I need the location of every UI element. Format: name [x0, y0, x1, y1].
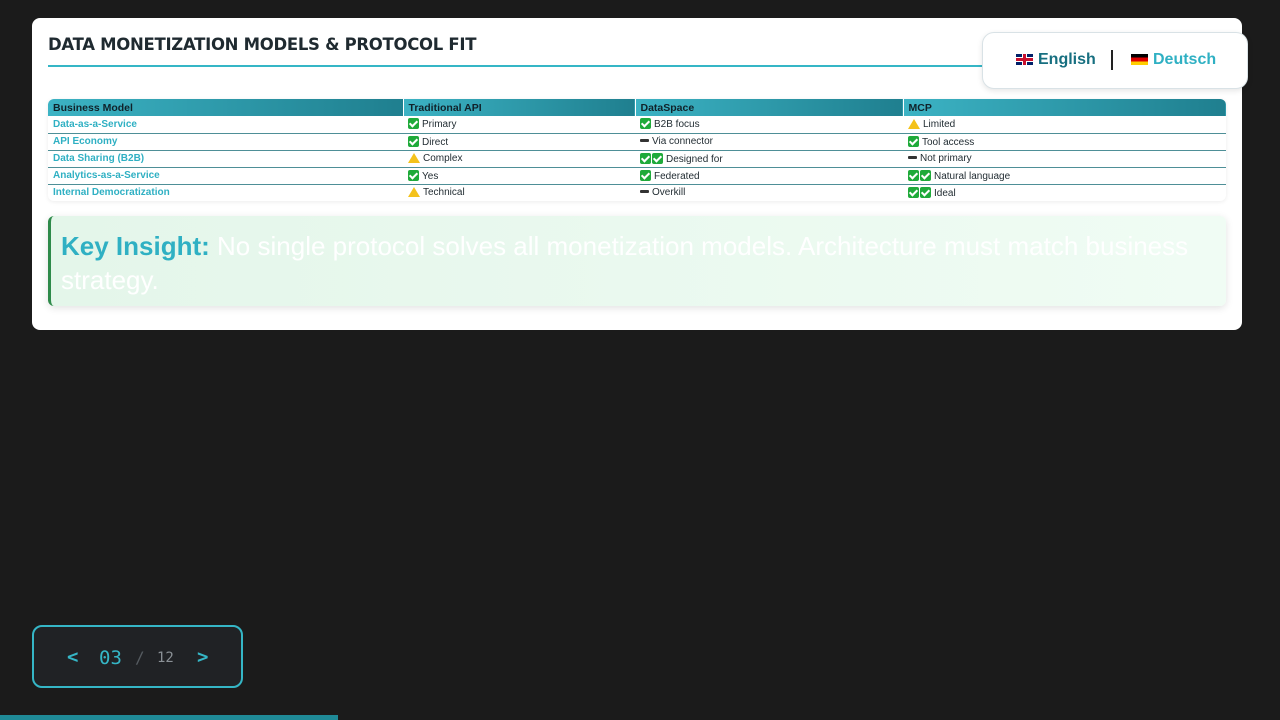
column-header-business-model: Business Model: [48, 99, 404, 116]
key-insight-text: No single protocol solves all monetizati…: [61, 231, 1189, 295]
warning-icon: [408, 153, 420, 163]
german-flag-icon: [1131, 54, 1148, 65]
pager-separator: /: [135, 648, 145, 667]
traditional-api-cell: Yes: [403, 167, 635, 185]
double-check-icon: [640, 152, 651, 164]
language-divider: [1111, 50, 1113, 70]
mcp-cell: Natural language: [903, 167, 1226, 185]
check-icon: [908, 135, 919, 147]
business-model-cell: Data Sharing (B2B): [48, 150, 403, 168]
check-icon: [408, 135, 419, 147]
traditional-api-cell: Complex: [403, 150, 635, 168]
business-model-cell: Data-as-a-Service: [48, 116, 403, 134]
column-header-traditional-api: Traditional API: [403, 99, 636, 116]
table-row: Internal Democratization Technical Overkil…: [48, 184, 1226, 201]
mcp-cell: Ideal: [903, 184, 1226, 201]
dataspace-value: Federated: [654, 170, 700, 182]
dataspace-cell: Designed for: [635, 150, 903, 168]
previous-slide-button[interactable]: <: [67, 646, 78, 668]
dataspace-cell: Via connector: [635, 133, 903, 151]
progress-bar-fill: [0, 715, 338, 720]
traditional-api-cell: Direct: [403, 133, 635, 151]
slide-pager: < 03 / 12 >: [32, 625, 243, 688]
dash-icon: [640, 190, 649, 194]
double-check-icon: [920, 169, 931, 181]
table-row: Data Sharing (B2B) Complex Designed for Not…: [48, 150, 1226, 168]
mcp-value: Not primary: [920, 153, 972, 164]
dataspace-cell: Federated: [635, 167, 903, 185]
double-check-icon: [908, 186, 919, 198]
language-option-deutsch[interactable]: Deutsch: [1131, 51, 1216, 69]
dataspace-cell: Overkill: [635, 184, 903, 201]
traditional-api-value: Technical: [423, 187, 465, 199]
dash-icon: [640, 139, 649, 142]
business-model-cell: API Economy: [48, 133, 403, 151]
protocol-fit-table: Business Model Traditional API DataSpace…: [48, 99, 1226, 201]
double-check-icon: [920, 186, 931, 198]
language-switcher: English Deutsch: [982, 32, 1248, 89]
check-icon: [408, 169, 419, 181]
key-insight-label: Key Insight:: [61, 231, 210, 261]
dataspace-value: B2B focus: [654, 119, 700, 131]
check-icon: [640, 118, 651, 130]
check-icon: [408, 118, 419, 130]
warning-icon: [908, 118, 920, 129]
mcp-cell: Limited: [903, 116, 1226, 134]
check-icon: [640, 169, 651, 181]
current-slide-number: 03: [99, 647, 122, 669]
warning-icon: [408, 187, 420, 198]
mcp-cell: Not primary: [903, 150, 1226, 168]
traditional-api-cell: Technical: [403, 184, 635, 201]
dataspace-value: Designed for: [666, 153, 723, 165]
uk-flag-icon: [1016, 54, 1033, 65]
progress-bar: [0, 715, 1280, 720]
language-option-english[interactable]: English: [1016, 51, 1096, 69]
traditional-api-value: Yes: [422, 170, 439, 182]
traditional-api-value: Complex: [423, 153, 463, 164]
next-slide-button[interactable]: >: [197, 646, 208, 668]
key-insight-callout: Key Insight: No single protocol solves a…: [48, 216, 1226, 306]
double-check-icon: [652, 152, 663, 164]
column-header-dataspace: DataSpace: [635, 99, 904, 116]
dataspace-cell: B2B focus: [635, 116, 903, 134]
mcp-value: Natural language: [934, 170, 1011, 182]
table-row: Analytics-as-a-Service Yes Federated Natura…: [48, 167, 1226, 185]
mcp-value: Ideal: [934, 187, 956, 199]
traditional-api-value: Direct: [422, 136, 449, 148]
traditional-api-cell: Primary: [403, 116, 635, 134]
language-label-deutsch: Deutsch: [1153, 51, 1217, 68]
business-model-cell: Analytics-as-a-Service: [48, 167, 403, 185]
dataspace-value: Via connector: [652, 136, 713, 147]
slide-title: DATA MONETIZATION MODELS & PROTOCOL FIT: [48, 35, 477, 54]
mcp-value: Limited: [923, 118, 956, 130]
table-row: Data-as-a-Service Primary B2B focus Limited: [48, 116, 1226, 134]
dataspace-value: Overkill: [652, 187, 686, 199]
column-header-mcp: MCP: [903, 99, 1226, 116]
dash-icon: [908, 156, 917, 159]
double-check-icon: [908, 169, 919, 181]
mcp-value: Tool access: [922, 136, 975, 148]
traditional-api-value: Primary: [422, 119, 457, 131]
total-slide-count: 12: [157, 650, 174, 666]
table-header-row: Business Model Traditional API DataSpace…: [48, 99, 1226, 116]
mcp-cell: Tool access: [903, 133, 1226, 151]
language-label-english: English: [1038, 51, 1096, 68]
table-row: API Economy Direct Via connector Tool acces…: [48, 133, 1226, 151]
business-model-cell: Internal Democratization: [53, 187, 170, 199]
